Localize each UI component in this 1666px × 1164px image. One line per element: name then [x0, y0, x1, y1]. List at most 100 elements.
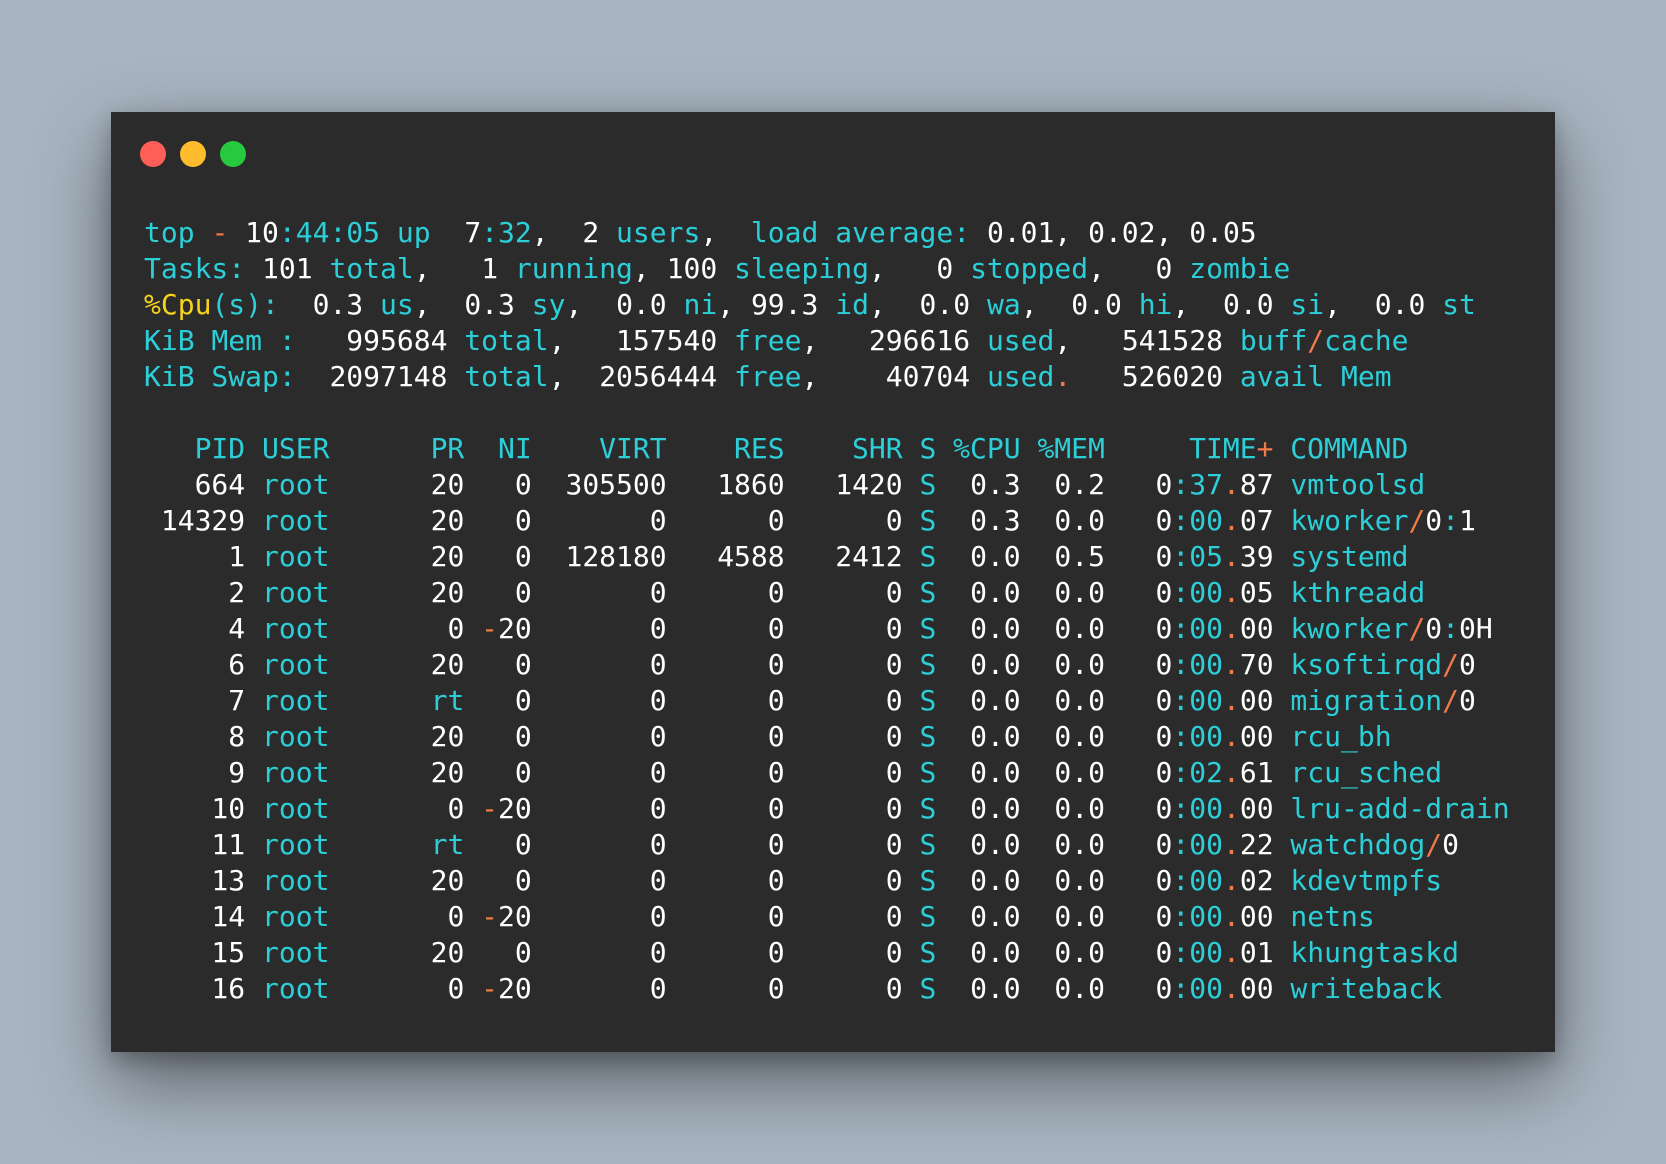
time-cell: .	[1222, 648, 1240, 681]
time-cell: :	[1172, 468, 1190, 501]
terminal-text: 0.0	[616, 288, 667, 321]
pr-cell: rt	[413, 828, 465, 861]
process-row[interactable]: 16 root 0 -20 0 0 0 S 0.0 0.0 0:00.00 wr…	[144, 971, 1510, 1007]
cpu-cell: 0.3	[953, 504, 1021, 537]
process-row[interactable]: 10 root 0 -20 0 0 0 S 0.0 0.0 0:00.00 lr…	[144, 791, 1509, 827]
pid-cell: 2	[144, 576, 246, 609]
time-cell: 0	[1155, 900, 1173, 933]
process-row[interactable]: 2 root 20 0 0 0 0 S 0.0 0.0 0:00.05 kthr…	[144, 575, 1510, 611]
zoom-button[interactable]	[220, 141, 246, 167]
terminal-text: 100	[666, 252, 718, 285]
terminal-text: 296616	[868, 324, 971, 357]
process-row[interactable]: 664 root 20 0 305500 1860 1420 S 0.3 0.2…	[144, 467, 1510, 503]
res-cell: 0	[683, 648, 785, 681]
state-cell: S	[919, 648, 937, 681]
shr-cell: 0	[801, 936, 903, 969]
state-cell: S	[919, 756, 937, 789]
process-table-header: PID USER PR NI VIRT RES SHR S %CPU %MEM …	[144, 431, 1510, 467]
process-row[interactable]: 14329 root 20 0 0 0 0 S 0.3 0.0 0:00.07 …	[144, 503, 1510, 539]
command-cell: ksoftirqd	[1290, 648, 1443, 681]
process-row[interactable]: 6 root 20 0 0 0 0 S 0.0 0.0 0:00.70 ksof…	[144, 647, 1510, 683]
terminal-text: hi	[1121, 288, 1173, 321]
ni-cell: -	[481, 900, 499, 933]
res-cell: 4588	[683, 540, 785, 573]
process-row[interactable]: 1 root 20 0 128180 4588 2412 S 0.0 0.5 0…	[144, 539, 1510, 575]
time-cell: 87	[1239, 468, 1274, 501]
process-row[interactable]: 11 root rt 0 0 0 0 S 0.0 0.0 0:00.22 wat…	[144, 827, 1510, 863]
shr-cell: 0	[801, 864, 903, 897]
res-cell: 0	[683, 612, 785, 645]
ni-cell: -	[481, 792, 499, 825]
process-row[interactable]: 9 root 20 0 0 0 0 S 0.0 0.0 0:02.61 rcu_…	[144, 755, 1510, 791]
shr-cell: 0	[801, 900, 903, 933]
command-cell: kworker	[1290, 612, 1409, 645]
process-row[interactable]: 8 root 20 0 0 0 0 S 0.0 0.0 0:00.00 rcu_…	[144, 719, 1510, 755]
ni-cell: 20	[498, 612, 532, 645]
time-cell: :	[1172, 828, 1190, 861]
terminal-text: 0.0	[1223, 288, 1274, 321]
shr-cell: 1420	[801, 468, 903, 501]
terminal-text: top	[144, 216, 212, 249]
minimize-button[interactable]	[180, 141, 206, 167]
res-cell: 0	[683, 792, 785, 825]
res-cell: 0	[683, 756, 785, 789]
command-cell: migration	[1290, 684, 1443, 717]
process-row[interactable]: 14 root 0 -20 0 0 0 S 0.0 0.0 0:00.00 ne…	[144, 899, 1510, 935]
cpu-cell: 0.0	[953, 648, 1021, 681]
command-cell: kdevtmpfs	[1290, 864, 1443, 897]
terminal-text: 526020	[1121, 360, 1223, 393]
terminal-text: id	[818, 288, 869, 321]
shr-cell: 2412	[801, 540, 903, 573]
ni-cell: 0	[481, 756, 532, 789]
terminal-text: 541528	[1121, 324, 1223, 357]
state-cell: S	[919, 828, 937, 861]
terminal-text: KiB Swap:	[144, 360, 330, 393]
user-cell: root	[262, 684, 397, 717]
time-cell: :	[1172, 648, 1190, 681]
process-row[interactable]: 4 root 0 -20 0 0 0 S 0.0 0.0 0:00.00 kwo…	[144, 611, 1510, 647]
ni-cell: 0	[481, 504, 532, 537]
state-cell: S	[919, 540, 937, 573]
time-cell: 0	[1155, 684, 1173, 717]
terminal-text: 0.0	[1374, 288, 1426, 321]
shr-cell: 0	[801, 828, 903, 861]
time-cell: 0	[1155, 756, 1173, 789]
close-button[interactable]	[140, 141, 166, 167]
process-table: 664 root 20 0 305500 1860 1420 S 0.3 0.2…	[144, 467, 1510, 1007]
process-row[interactable]: 15 root 20 0 0 0 0 S 0.0 0.0 0:00.01 khu…	[144, 935, 1510, 971]
terminal-text: ni	[666, 288, 718, 321]
process-row[interactable]: 13 root 20 0 0 0 0 S 0.0 0.0 0:00.02 kde…	[144, 863, 1510, 899]
mem-cell: 0.0	[1037, 936, 1105, 969]
process-row[interactable]: 7 root rt 0 0 0 0 S 0.0 0.0 0:00.00 migr…	[144, 683, 1510, 719]
virt-cell: 128180	[548, 540, 667, 573]
res-cell: 0	[683, 972, 785, 1005]
user-cell: root	[262, 756, 397, 789]
